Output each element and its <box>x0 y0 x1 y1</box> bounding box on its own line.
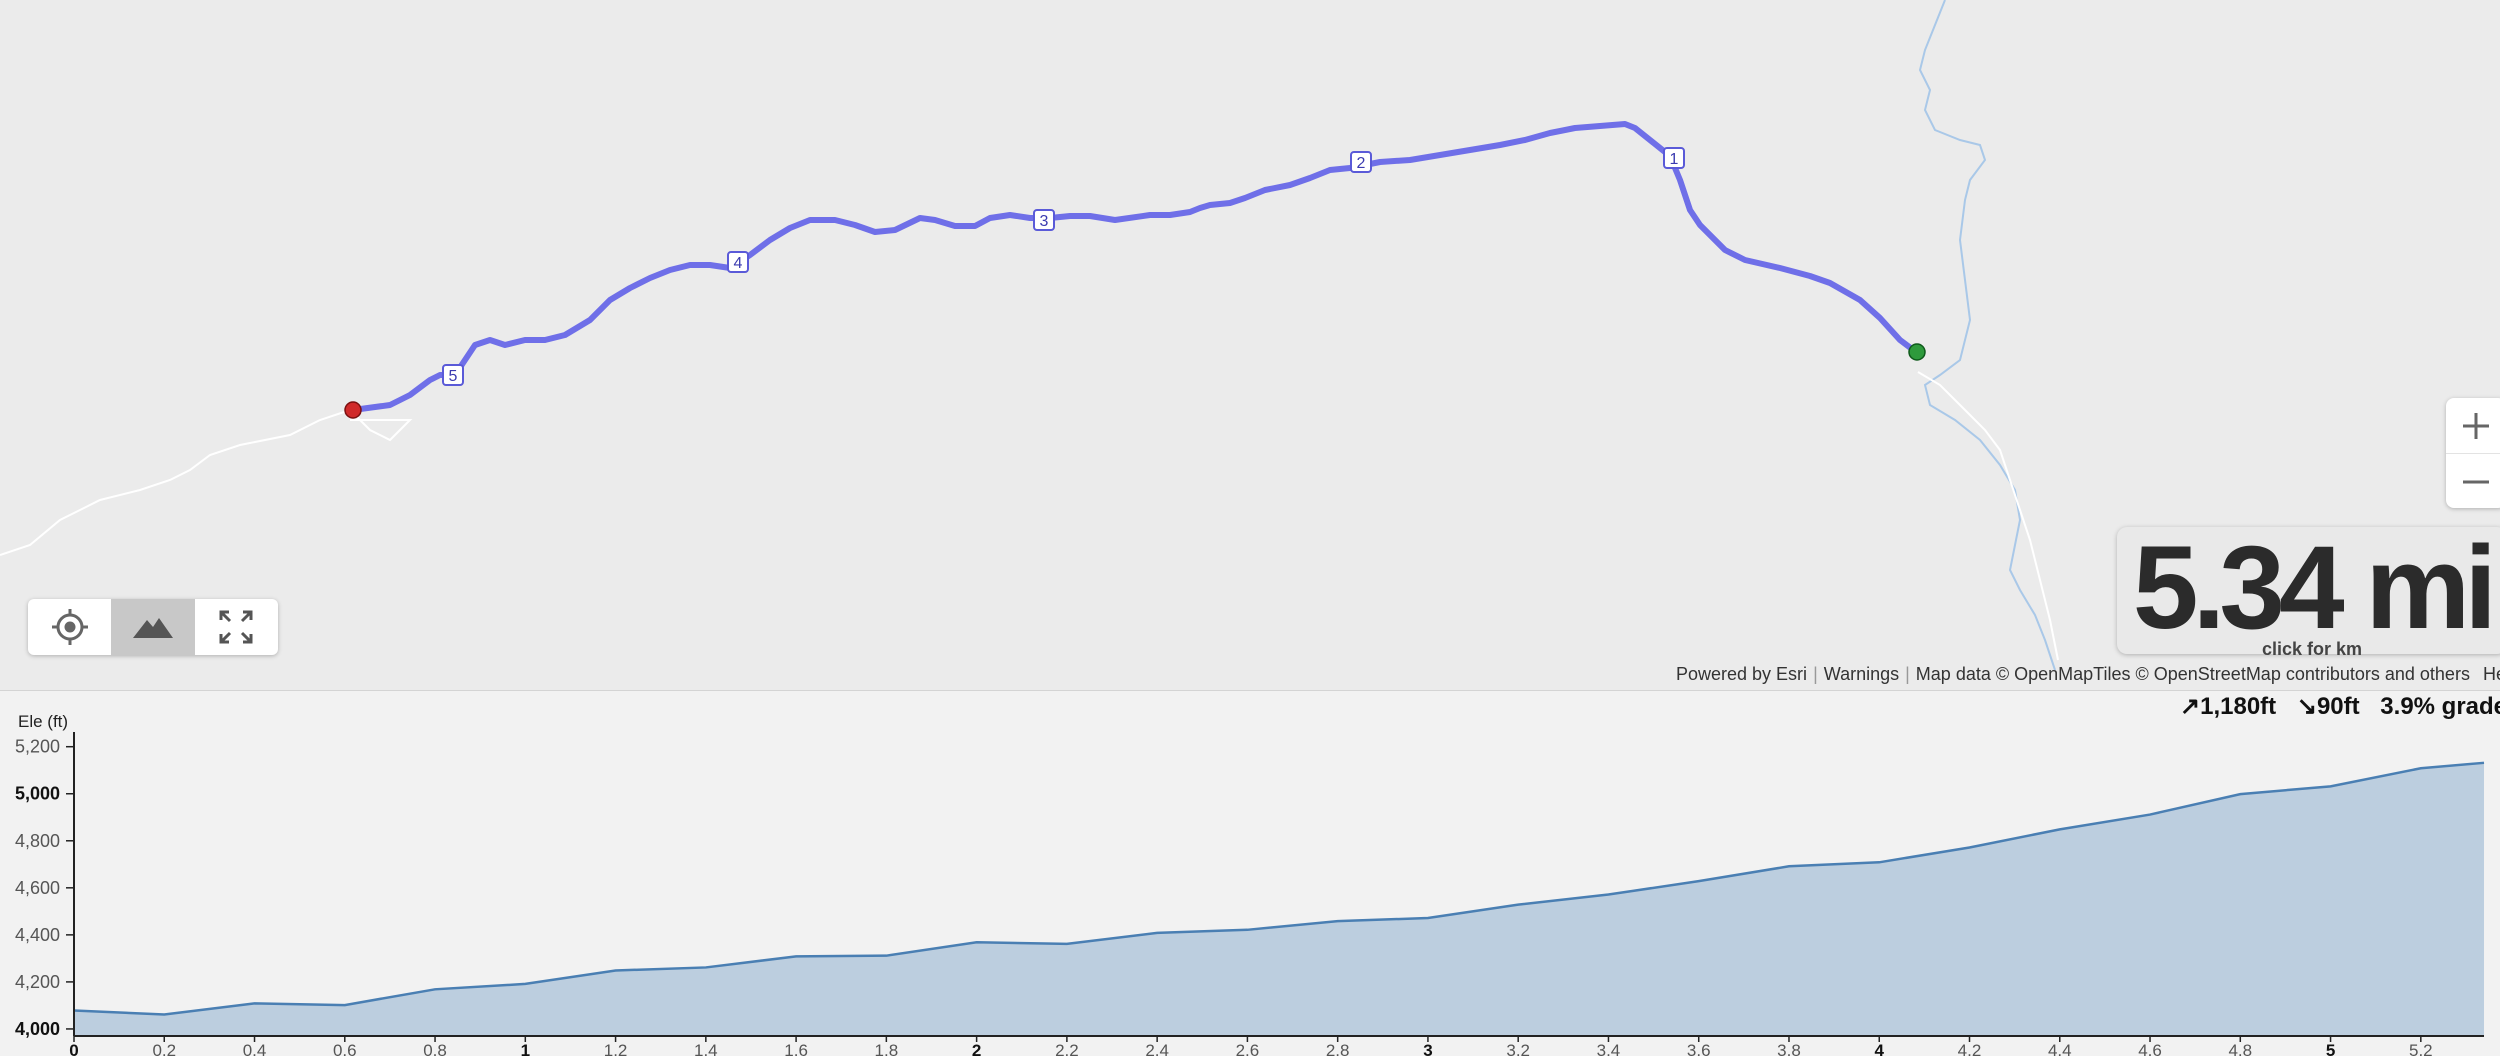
x-tick-label: 5 <box>2326 1041 2335 1056</box>
x-tick-label: 0.8 <box>423 1041 447 1056</box>
route-end-marker <box>344 401 362 419</box>
x-tick-label: 2.2 <box>1055 1041 1079 1056</box>
x-tick-label: 5.2 <box>2409 1041 2433 1056</box>
fullscreen-icon <box>219 610 253 644</box>
x-tick-label: 0.6 <box>333 1041 357 1056</box>
y-tick-label: 4,400 <box>15 925 60 945</box>
x-tick-label: 0 <box>69 1041 78 1056</box>
distance-value: 5.34 mi <box>2132 522 2497 654</box>
x-tick-label: 1.8 <box>875 1041 899 1056</box>
x-tick-label: 1.6 <box>784 1041 808 1056</box>
y-tick-label: 4,200 <box>15 972 60 992</box>
y-tick-label: 4,600 <box>15 878 60 898</box>
y-tick-label: 5,000 <box>15 784 60 804</box>
map-view[interactable]: 1 2 3 4 5 5.34 mi click for km Powered b… <box>0 0 2500 691</box>
x-tick-label: 0.2 <box>152 1041 176 1056</box>
help-link[interactable]: Help <box>2483 664 2500 684</box>
x-tick-label: 4.8 <box>2228 1041 2252 1056</box>
mile-marker-2: 2 <box>1350 151 1372 173</box>
x-tick-label: 3.6 <box>1687 1041 1711 1056</box>
map-toolbar <box>28 599 278 655</box>
x-tick-label: 1.4 <box>694 1041 718 1056</box>
fullscreen-button[interactable] <box>195 599 278 655</box>
distance-display[interactable]: 5.34 mi click for km <box>2117 522 2500 659</box>
x-tick-label: 1 <box>521 1041 530 1056</box>
zoom-out-button[interactable] <box>2446 453 2500 508</box>
minus-icon <box>2463 480 2489 483</box>
y-tick-label: 5,200 <box>15 737 60 757</box>
zoom-control <box>2446 398 2500 508</box>
y-tick-label: 4,000 <box>15 1019 60 1039</box>
x-tick-label: 3.4 <box>1597 1041 1621 1056</box>
elevation-chart[interactable]: 4,000 4,200 4,400 4,600 4,800 5,000 5,200 0 0.2 0… <box>0 692 2500 1056</box>
mountain-icon <box>132 618 173 638</box>
mile-marker-5: 5 <box>442 364 464 386</box>
x-tick-label: 1.2 <box>604 1041 628 1056</box>
terrain-button[interactable] <box>111 599 195 655</box>
map-attribution: Powered by Esri | Warnings | Map data © Open… <box>1676 664 2500 685</box>
x-tick-label: 3 <box>1423 1041 1432 1056</box>
svg-text:3: 3 <box>1040 213 1049 230</box>
x-tick-label: 4.2 <box>1958 1041 1982 1056</box>
x-tick-label: 2.8 <box>1326 1041 1350 1056</box>
svg-text:5: 5 <box>449 368 458 385</box>
x-tick-label: 3.2 <box>1506 1041 1530 1056</box>
x-tick-label: 3.8 <box>1777 1041 1801 1056</box>
map-data-credit: Map data © OpenMapTiles © OpenStreetMap … <box>1915 664 2470 684</box>
svg-text:2: 2 <box>1357 155 1366 172</box>
zoom-in-button[interactable] <box>2446 398 2500 453</box>
esri-link[interactable]: Powered by Esri <box>1676 664 1807 684</box>
locate-button[interactable] <box>28 599 111 655</box>
x-tick-label: 4.4 <box>2048 1041 2072 1056</box>
warnings-link[interactable]: Warnings <box>1824 664 1899 684</box>
x-tick-label: 2 <box>972 1041 981 1056</box>
locate-icon <box>51 609 88 645</box>
x-tick-label: 4 <box>1875 1041 1885 1056</box>
svg-text:1: 1 <box>1670 151 1679 168</box>
mile-marker-3: 3 <box>1033 209 1055 231</box>
x-tick-label: 2.6 <box>1236 1041 1260 1056</box>
mile-marker-4: 4 <box>727 251 749 273</box>
svg-text:4: 4 <box>734 255 743 272</box>
elevation-panel: Ele (ft) ↗1,180ft ↘90ft 3.9% grade 4,000… <box>0 692 2500 1056</box>
x-tick-label: 4.6 <box>2138 1041 2162 1056</box>
mile-marker-1: 1 <box>1663 147 1685 169</box>
y-tick-label: 4,800 <box>15 831 60 851</box>
plus-icon <box>2463 412 2489 439</box>
x-tick-label: 0.4 <box>243 1041 267 1056</box>
elevation-area <box>74 762 2484 1036</box>
route-start-marker <box>1908 343 1926 361</box>
x-tick-label: 2.4 <box>1145 1041 1169 1056</box>
